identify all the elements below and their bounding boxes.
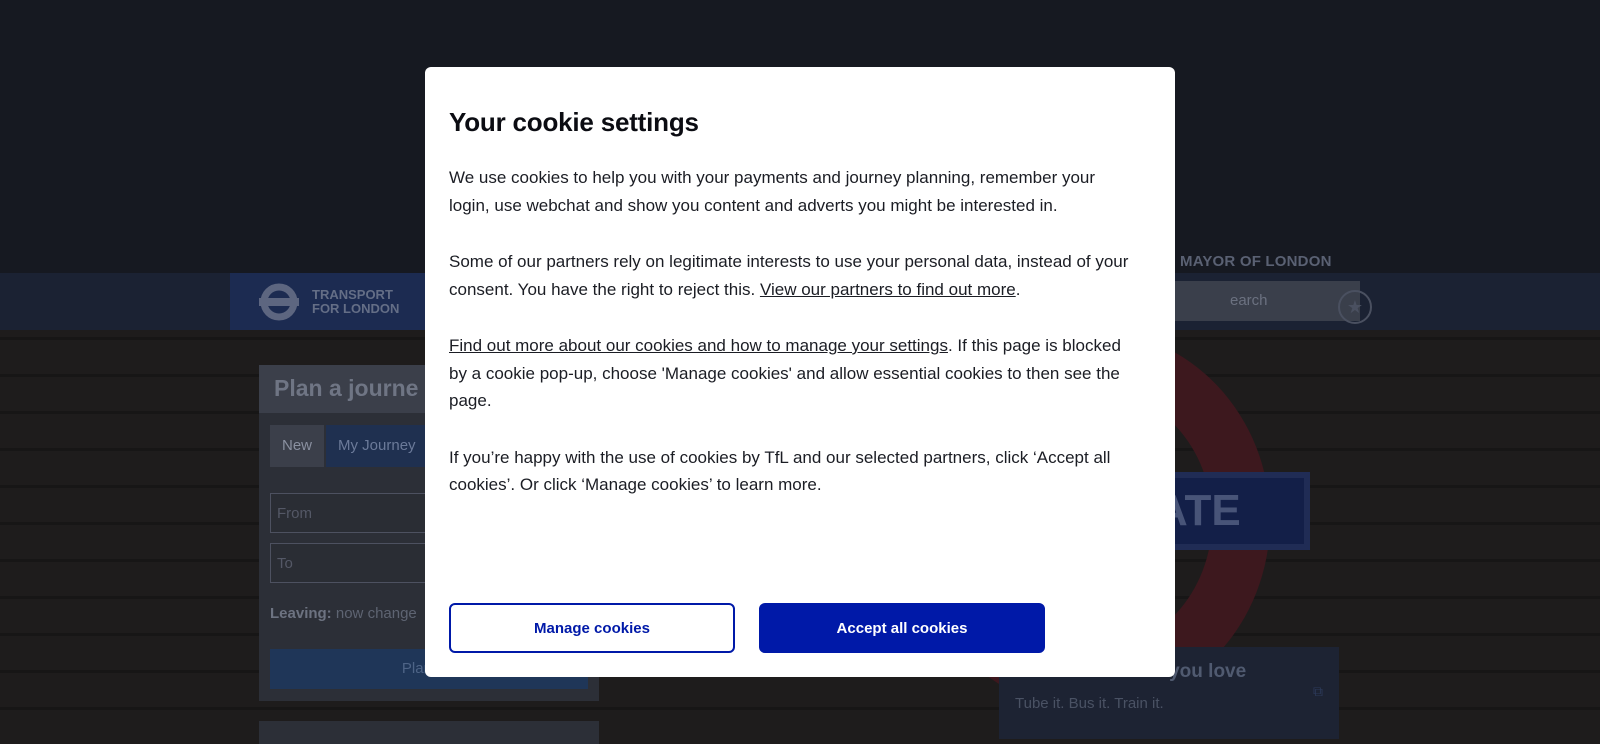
tab-my-journey[interactable]: My Journey [326,425,428,467]
mode-icons-strip [259,721,599,744]
change-link[interactable]: change [368,605,417,622]
cookie-intro-text: We use cookies to help you with your pay… [449,168,1096,215]
dialog-body: We use cookies to help you with your pay… [449,164,1151,499]
accept-all-cookies-button[interactable]: Accept all cookies [759,603,1045,653]
roundel-icon [258,281,300,323]
partners-end: . [1015,279,1021,299]
partners-paragraph: Some of our partners rely on legitimate … [449,248,1139,303]
dialog-title: Your cookie settings [449,107,699,137]
manage-settings-paragraph: Find out more about our cookies and how … [449,332,1139,415]
view-partners-link[interactable]: View our partners to find out more [760,280,1016,299]
leaving-label: Leaving: [270,605,332,622]
leaving-value: now [335,605,364,622]
logo-line-2: FOR LONDON [312,300,400,316]
tab-new[interactable]: New [270,425,325,467]
manage-cookies-button[interactable]: Manage cookies [449,603,735,653]
leaving-row: Leaving: now change [270,605,417,622]
promo-subtitle: Tube it. Bus it. Train it. [1015,695,1164,712]
cookie-settings-dialog: Your cookie settings We use cookies to h… [425,67,1175,677]
mayor-of-london-label[interactable]: MAYOR OF LONDON [1180,253,1332,270]
external-link-icon: ⧉ [1313,683,1323,699]
star-icon[interactable]: ★ [1338,290,1372,324]
cookie-info-link[interactable]: Find out more about our cookies and how … [449,336,948,355]
tfl-logo[interactable]: TRANSPORT FOR LONDON [230,273,430,330]
logo-line-1: TRANSPORT [312,286,393,302]
accept-instructions-text: If you’re happy with the use of cookies … [449,447,1111,495]
